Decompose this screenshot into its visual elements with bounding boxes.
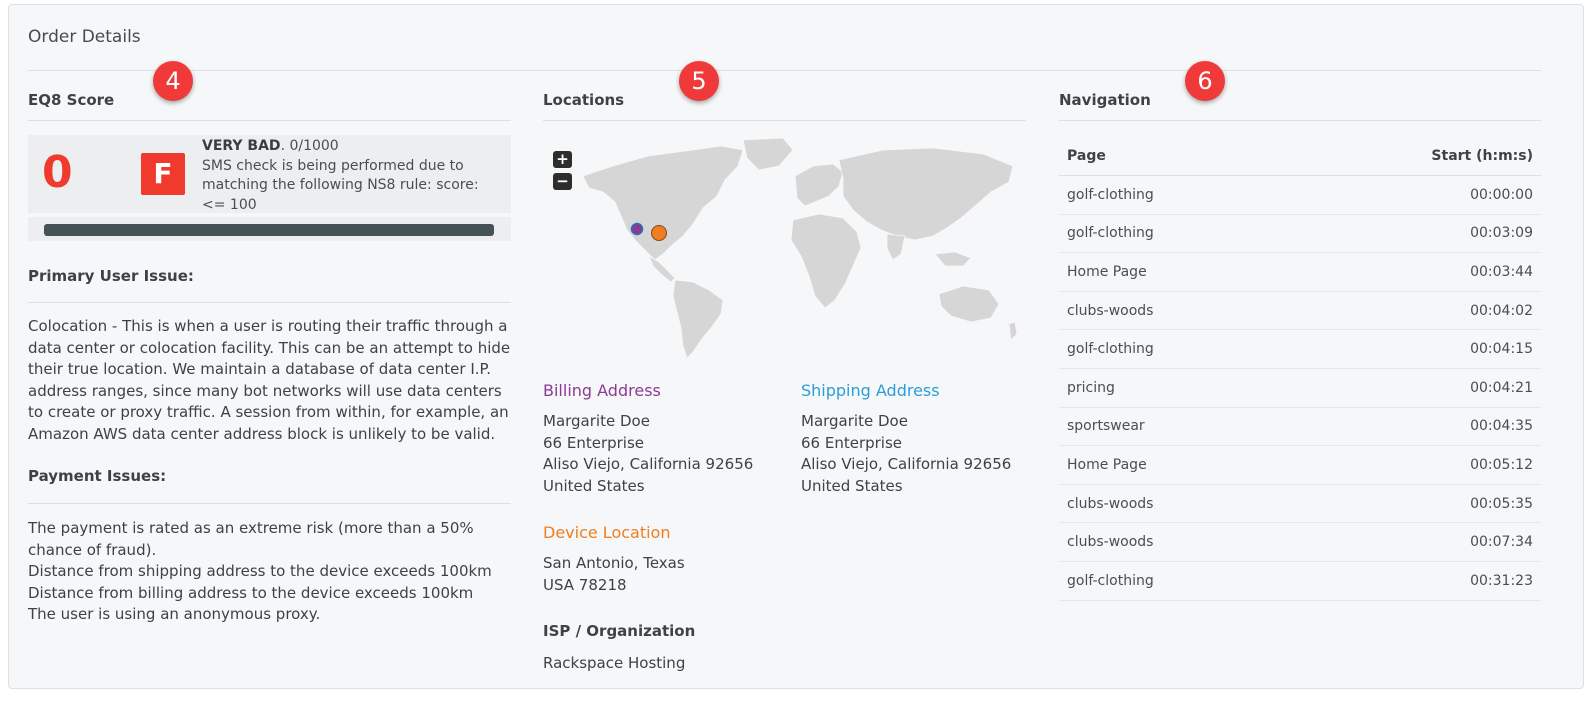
device-location-marker (651, 225, 667, 241)
score-summary: 0 F VERY BAD. 0/1000 SMS check is being … (28, 135, 511, 213)
page-cell: golf-clothing (1059, 561, 1284, 601)
page-cell: golf-clothing (1059, 329, 1284, 369)
billing-address-line: 66 Enterprise (543, 433, 645, 452)
payment-issues-title: Payment Issues: (28, 467, 167, 485)
shipping-address-line: Margarite Doe (801, 412, 908, 430)
page-cell: golf-clothing (1059, 214, 1284, 254)
section-title-eq8: EQ8 Score (28, 91, 115, 109)
primary-issue-text: Colocation - This is when a user is rout… (28, 317, 511, 443)
start-time-cell: 00:00:00 (1283, 175, 1541, 215)
table-row: clubs-woods 00:04:02 (1059, 291, 1541, 331)
start-time-cell: 00:04:02 (1283, 291, 1541, 331)
start-time-cell: 00:04:21 (1283, 368, 1541, 408)
isp-value: Rackspace Hosting (543, 654, 686, 672)
table-row: golf-clothing 00:31:23 (1059, 561, 1541, 601)
payment-issue-item: The payment is rated as an extreme risk … (28, 519, 474, 559)
table-row: Home Page 00:05:12 (1059, 445, 1541, 485)
payment-issue-item: The user is using an anonymous proxy. (28, 605, 321, 624)
panel-title: Order Details (28, 27, 141, 47)
billing-address: Margarite Doe 66 Enterprise Aliso Viejo,… (543, 411, 753, 497)
score-grade-badge: F (141, 153, 185, 195)
table-row: clubs-woods 00:05:35 (1059, 484, 1541, 524)
score-rating-label: VERY BAD (202, 138, 281, 154)
section-title-locations: Locations (543, 91, 625, 109)
billing-address-line: Aliso Viejo, California 92656 (543, 455, 754, 474)
step-marker-4: 4 (153, 61, 193, 101)
score-bar-fill (44, 224, 494, 236)
start-time-cell: 00:05:35 (1283, 484, 1541, 524)
table-row: pricing 00:04:21 (1059, 368, 1541, 408)
start-time-cell: 00:04:35 (1283, 407, 1541, 447)
section-divider (1059, 120, 1541, 121)
start-time-cell: 00:31:23 (1283, 561, 1541, 601)
shipping-address-line: United States (801, 476, 903, 495)
score-value: 0 (42, 147, 73, 198)
shipping-address: Margarite Doe 66 Enterprise Aliso Viejo,… (801, 411, 1011, 497)
score-bar-track (28, 217, 511, 241)
navigation-table: Page Start (h:m:s) golf-clothing 00:00:00… (1059, 137, 1541, 601)
map-zoom-out-button[interactable]: − (553, 173, 572, 190)
page-cell: golf-clothing (1059, 175, 1284, 215)
table-row: golf-clothing 00:03:09 (1059, 214, 1541, 254)
payment-issue-item: Distance from billing address to the dev… (28, 583, 474, 602)
shipping-address-line: 66 Enterprise (801, 433, 903, 452)
score-description: VERY BAD. 0/1000 SMS check is being perf… (202, 137, 502, 215)
isp-title: ISP / Organization (543, 622, 696, 640)
map-zoom-in-button[interactable]: + (553, 151, 572, 168)
table-row: Home Page 00:03:44 (1059, 252, 1541, 292)
column-header-page: Page (1059, 137, 1284, 176)
table-row: golf-clothing 00:04:15 (1059, 329, 1541, 369)
panel-divider (28, 70, 1541, 71)
table-header-row: Page Start (h:m:s) (1059, 137, 1541, 176)
device-location-line: USA 78218 (543, 575, 627, 594)
shipping-address-title: Shipping Address (801, 381, 940, 400)
world-map-graphic (582, 137, 1018, 359)
page-cell: clubs-woods (1059, 522, 1284, 562)
device-location-line: San Antonio, Texas (543, 554, 685, 572)
world-map[interactable]: + − (543, 136, 1026, 361)
start-time-cell: 00:04:15 (1283, 329, 1541, 369)
table-row: golf-clothing 00:00:00 (1059, 175, 1541, 215)
payment-issues-list: The payment is rated as an extreme risk … (28, 518, 511, 626)
order-details-panel: Order Details EQ8 Score 4 0 F VERY BAD. … (8, 4, 1584, 689)
section-divider (28, 120, 511, 121)
section-title-navigation: Navigation (1059, 91, 1151, 109)
section-divider (28, 503, 511, 504)
page-cell: clubs-woods (1059, 291, 1284, 331)
page-cell: Home Page (1059, 252, 1284, 292)
billing-address-line: United States (543, 476, 645, 495)
billing-location-marker (630, 222, 644, 236)
device-location: San Antonio, Texas USA 78218 (543, 553, 685, 596)
start-time-cell: 00:03:09 (1283, 214, 1541, 254)
device-location-title: Device Location (543, 523, 671, 542)
section-divider (543, 120, 1026, 121)
column-header-start: Start (h:m:s) (1283, 137, 1541, 176)
billing-address-title: Billing Address (543, 381, 661, 400)
page-cell: pricing (1059, 368, 1284, 408)
primary-issue-title: Primary User Issue: (28, 267, 194, 285)
score-rating-range: . 0/1000 (280, 138, 339, 154)
billing-address-line: Margarite Doe (543, 412, 650, 430)
start-time-cell: 00:05:12 (1283, 445, 1541, 485)
page-cell: Home Page (1059, 445, 1284, 485)
step-marker-5: 5 (679, 61, 719, 101)
section-divider (28, 302, 511, 303)
start-time-cell: 00:07:34 (1283, 522, 1541, 562)
shipping-address-line: Aliso Viejo, California 92656 (801, 455, 1012, 474)
page-cell: sportswear (1059, 407, 1284, 447)
table-row: sportswear 00:04:35 (1059, 407, 1541, 447)
table-row: clubs-woods 00:07:34 (1059, 522, 1541, 562)
start-time-cell: 00:03:44 (1283, 252, 1541, 292)
payment-issue-item: Distance from shipping address to the de… (28, 562, 492, 581)
score-rule-text: SMS check is being performed due to matc… (202, 157, 479, 213)
page-cell: clubs-woods (1059, 484, 1284, 524)
step-marker-6: 6 (1185, 61, 1225, 101)
